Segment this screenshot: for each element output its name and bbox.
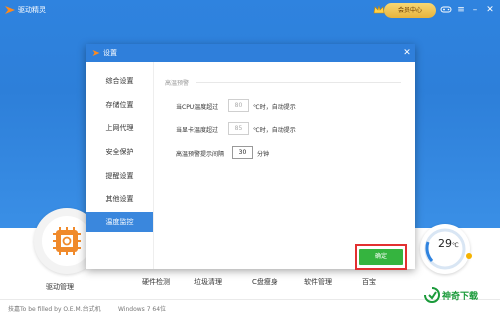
interval-label: 高温预警提示间隔 [176, 151, 225, 158]
minimize-icon[interactable]: – [469, 3, 481, 17]
interval-suffix: 分钟 [257, 151, 270, 158]
interval-input[interactable]: 30 [232, 146, 253, 159]
sidebar-item-temperature[interactable]: 温度监控 [86, 212, 153, 232]
brand-watermark: 神奇下载 [424, 286, 498, 304]
settings-icon [92, 50, 100, 56]
section-divider [196, 82, 401, 83]
sidebar-item-other[interactable]: 其他设置 [86, 189, 153, 209]
settings-dialog: 设置 ✕ 综合设置 存储位置 上网代理 安全保护 提醒设置 其他设置 温度监控 … [86, 44, 415, 269]
vip-center-button[interactable]: 会员中心 [384, 3, 436, 18]
nav-software-manage[interactable]: 软件管理 [304, 277, 332, 287]
brand-logo-icon [424, 287, 440, 303]
driver-icon-bg [42, 216, 92, 266]
sidebar-item-reminder[interactable]: 提醒设置 [86, 166, 153, 186]
nav-hardware-check[interactable]: 硬件检测 [142, 277, 170, 287]
sidebar-item-proxy[interactable]: 上网代理 [86, 118, 153, 138]
driver-manage-label: 驱动管理 [46, 283, 74, 291]
cpu-temp-input[interactable]: 80 [228, 99, 249, 112]
ok-button[interactable]: 确定 [359, 249, 403, 265]
temperature-unit: ℃ [452, 242, 459, 249]
section-title: 高温预警 [165, 80, 190, 87]
chip-icon [53, 227, 81, 255]
gamepad-icon[interactable] [440, 3, 452, 17]
dialog-title-bar[interactable]: 设置 ✕ [86, 44, 415, 62]
title-bar: 驱动精灵 会员中心 ≡ – ✕ [0, 0, 500, 22]
menu-icon[interactable]: ≡ [455, 3, 467, 17]
gpu-temp-suffix: ℃时，自动提示 [253, 127, 296, 134]
gpu-temp-input[interactable]: 85 [228, 122, 249, 135]
close-icon[interactable]: ✕ [484, 3, 496, 17]
gpu-temp-label: 当显卡温度超过 [176, 127, 219, 134]
sidebar-item-storage[interactable]: 存储位置 [86, 95, 153, 115]
nav-junk-clean[interactable]: 垃圾清理 [194, 277, 222, 287]
cpu-temp-label: 当CPU温度超过 [176, 104, 219, 111]
cpu-temp-suffix: ℃时，自动提示 [253, 104, 296, 111]
temperature-settings-panel: 高温预警 当CPU温度超过 80 ℃时，自动提示 当显卡温度超过 85 ℃时，自… [162, 62, 415, 269]
dialog-title: 设置 [103, 49, 117, 57]
nav-c-drive-slim[interactable]: C盘瘦身 [252, 277, 278, 287]
temperature-value: 29℃ [438, 237, 459, 250]
nav-toolbox[interactable]: 百宝 [362, 277, 376, 287]
os-info: Windows 7 64位 [118, 306, 167, 313]
machine-info: 技嘉To be filled by O.E.M.台式机 [8, 306, 101, 313]
app-title: 驱动精灵 [18, 6, 46, 14]
dialog-close-icon[interactable]: ✕ [401, 46, 413, 60]
sidebar-item-security[interactable]: 安全保护 [86, 142, 153, 162]
app-logo-icon [5, 6, 15, 14]
settings-sidebar: 综合设置 存储位置 上网代理 安全保护 提醒设置 其他设置 温度监控 [86, 62, 154, 269]
sidebar-item-general[interactable]: 综合设置 [86, 71, 153, 91]
temperature-indicator-dot [466, 253, 472, 259]
app-window: 驱动精灵 会员中心 ≡ – ✕ 驱动管理 硬件检测 垃圾清理 C盘瘦身 软件管理 [0, 0, 500, 315]
brand-text: 神奇下载 [442, 292, 479, 302]
